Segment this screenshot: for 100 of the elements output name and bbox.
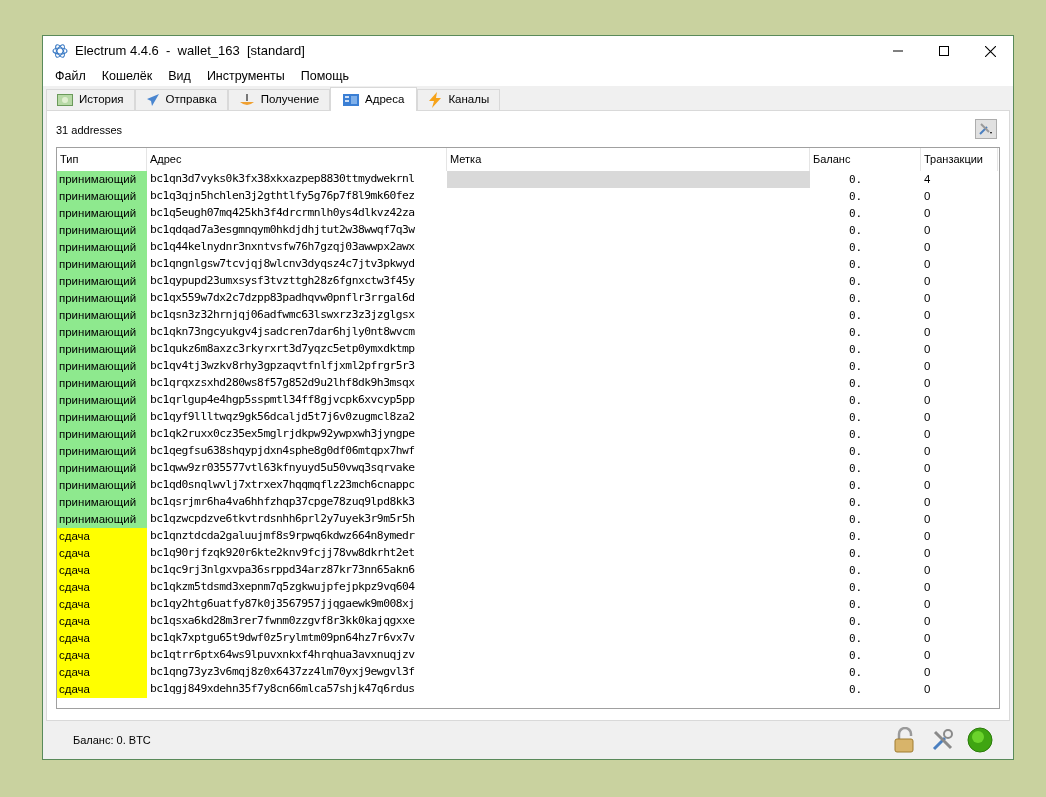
table-row[interactable]: принимающий bc1qsn3z32hrnjqj06adfwmc63lswxrz3z3jzglgsx 0. 0 (57, 307, 999, 324)
address-cell-text: bc1qv4tj3wzkv8rhy3gpzaqvtfnlfjxml2pfrgr5r3 (149, 358, 416, 375)
address-cell-text: bc1qd0snqlwvlj7xtrxex7hqqmqflz23mch6cnappc (149, 477, 416, 494)
address-cell-text: bc1q5eugh07mq425kh3f4drcrmnlh0ys4dlkvz42za (149, 205, 416, 222)
balance-cell: 0. (849, 495, 863, 509)
address-cell-text: bc1qsxa6kd28m3rer7fwnm0zzgvf8r3kk0kajqgxxe (149, 613, 416, 630)
table-row[interactable]: принимающий bc1qx559w7dx2c7dzpp83padhqvw0pnflr3rrgal6d 0. 0 (57, 290, 999, 307)
transactions-cell-text: 0 (923, 409, 932, 425)
table-row[interactable]: сдача bc1qnztdcda2galuujmf8s9rpwq6kdwz664n8ymedr 0. 0 (57, 528, 999, 545)
menu-item[interactable]: Вид (164, 66, 195, 86)
table-row[interactable]: сдача bc1qgj849xdehn35f7y8cn66mlca57shjk47q6rdus 0. 0 (57, 681, 999, 698)
table-row[interactable]: принимающий bc1qngnlgsw7tcvjqj8wlcnv3dyqsz4c7jtv3pkwyd 0. 0 (57, 256, 999, 273)
address-cell-text: bc1qsn3z32hrnjqj06adfwmc63lswxrz3z3jzglgsx (149, 307, 416, 324)
address-cell-text: bc1q3qjn5hchlen3j2gthtlfy5g76p7f8l9mk60fez (149, 188, 416, 205)
tools-icon[interactable] (931, 728, 955, 752)
address-type-cell: сдача (57, 545, 147, 562)
table-row[interactable]: принимающий bc1qkn73ngcyukgv4jsadcren7dar6hjly0nt8wvcm 0. 0 (57, 324, 999, 341)
transactions-cell-text: 0 (923, 647, 932, 663)
balance-cell: 0. (849, 614, 863, 628)
address-type-cell: принимающий (57, 205, 147, 222)
table-row[interactable]: сдача bc1qtrr6ptx64ws9lpuvxnkxf4hrqhua3avxnuqjzv 0. 0 (57, 647, 999, 664)
transactions-cell-text: 4 (923, 171, 932, 187)
column-header[interactable]: Адрес (147, 148, 447, 171)
balance-cell: 0. (849, 308, 863, 322)
table-row[interactable]: принимающий bc1qdqad7a3esgmnqym0hkdjdhjtut2w38wwqf7q3w 0. 0 (57, 222, 999, 239)
transactions-cell-text: 0 (923, 596, 932, 612)
table-row[interactable]: принимающий bc1qk2ruxx0cz35ex5mglrjdkpw92ywpxwh3jyngpe 0. 0 (57, 426, 999, 443)
table-row[interactable]: принимающий bc1qegfsu638shqypjdxn4sphe8g0df06mtqpx7hwf 0. 0 (57, 443, 999, 460)
padlock-icon[interactable] (893, 727, 917, 753)
maximize-icon[interactable] (939, 46, 949, 56)
transactions-cell-text: 0 (923, 545, 932, 561)
table-row[interactable]: сдача bc1qng73yz3v6mqj8z0x6437zz4lm70yxj9ewgvl3f 0. 0 (57, 664, 999, 681)
address-type-cell: принимающий (57, 409, 147, 426)
address-type-cell: принимающий (57, 392, 147, 409)
address-type-cell: принимающий (57, 494, 147, 511)
table-row[interactable]: принимающий bc1qukz6m8axzc3rkyrxrt3d7yqzc5etp0ymxdktmp 0. 0 (57, 341, 999, 358)
address-type-cell: принимающий (57, 511, 147, 528)
address-cell-text: bc1qukz6m8axzc3rkyrxrt3d7yqzc5etp0ymxdktmp (149, 341, 416, 358)
address-type-cell: сдача (57, 579, 147, 596)
address-cell-text: bc1qk2ruxx0cz35ex5mglrjdkpw92ywpxwh3jyngpe (149, 426, 416, 443)
table-row[interactable]: принимающий bc1qrqxzsxhd280ws8f57g852d9u2lhf8dk9h3msqx 0. 0 (57, 375, 999, 392)
table-row[interactable]: сдача bc1qk7xptgu65t9dwf0z5rylmtm09pn64hz7r6vx7v 0. 0 (57, 630, 999, 647)
menu-item[interactable]: Кошелёк (97, 66, 157, 86)
table-row[interactable]: принимающий bc1qyf9llltwqz9gk56dcaljd5t7j6v0zugmcl8za2 0. 0 (57, 409, 999, 426)
tab[interactable]: Получение (227, 89, 331, 110)
address-cell-text: bc1qypupd23umxsysf3tvzttgh28z6fgnxctw3f45y (149, 273, 416, 290)
transactions-cell-text: 0 (923, 375, 932, 391)
balance-cell: 0. (849, 240, 863, 254)
close-icon[interactable] (984, 45, 996, 57)
table-row[interactable]: сдача bc1qkzm5tdsmd3xepnm7q5zgkwujpfejpkpz9vq604 0. 0 (57, 579, 999, 596)
balance-cell: 0. (849, 665, 863, 679)
transactions-cell-text: 0 (923, 613, 932, 629)
connection-status-icon[interactable] (967, 727, 993, 753)
menu-item[interactable]: Инструменты (202, 66, 289, 86)
table-row[interactable]: принимающий bc1qww9zr035577vtl63kfnyuyd5u50vwq3sqrvake 0. 0 (57, 460, 999, 477)
address-book-icon (343, 93, 360, 106)
transactions-cell-text: 0 (923, 307, 932, 323)
address-cell-text: bc1qrqxzsxhd280ws8f57g852d9u2lhf8dk9h3msqx (149, 375, 416, 392)
tab[interactable]: История (46, 89, 135, 110)
balance-cell: 0. (849, 546, 863, 560)
address-type-cell: сдача (57, 596, 147, 613)
address-type-cell: принимающий (57, 426, 147, 443)
address-cell-text: bc1qtrr6ptx64ws9lpuvxnkxf4hrqhua3avxnuqjzv (149, 647, 416, 664)
table-row[interactable]: сдача bc1qsxa6kd28m3rer7fwnm0zzgvf8r3kk0kajqgxxe 0. 0 (57, 613, 999, 630)
lightning-icon (428, 92, 443, 108)
address-count: 31 addresses (56, 122, 123, 138)
table-row[interactable]: сдача bc1q90rjfzqk920r6kte2knv9fcjj78vw8dkrht2et 0. 0 (57, 545, 999, 562)
tab[interactable]: Каналы (417, 89, 501, 110)
address-type-cell: принимающий (57, 324, 147, 341)
table-row[interactable]: принимающий bc1q5eugh07mq425kh3f4drcrmnlh0ys4dlkvz42za 0. 0 (57, 205, 999, 222)
transactions-cell-text: 0 (923, 477, 932, 493)
balance-cell: 0. (849, 563, 863, 577)
address-type-cell: принимающий (57, 443, 147, 460)
tab[interactable]: Адреса (330, 87, 418, 111)
transactions-cell-text: 0 (923, 205, 932, 221)
table-row[interactable]: принимающий bc1q3qjn5hchlen3j2gthtlfy5g76p7f8l9mk60fez 0. 0 (57, 188, 999, 205)
table-row[interactable]: принимающий bc1q44kelnydnr3nxntvsfw76h7gzqj03awwpx2awx 0. 0 (57, 239, 999, 256)
address-cell-text: bc1qdqad7a3esgmnqym0hkdjdhjtut2w38wwqf7q3w (149, 222, 416, 239)
table-row[interactable]: принимающий bc1qsrjmr6ha4va6hhfzhqp37cpge78zuq9lpd8kk3 0. 0 (57, 494, 999, 511)
column-header[interactable]: Транзакции (921, 148, 998, 171)
table-row[interactable]: принимающий bc1qrlgup4e4hgp5sspmtl34ff8gjvcpk6xvcyp5pp 0. 0 (57, 392, 999, 409)
balance-cell: 0. (849, 223, 863, 237)
address-cell-text: bc1qgj849xdehn35f7y8cn66mlca57shjk47q6rdus (149, 681, 416, 698)
table-row[interactable]: принимающий bc1qzwcpdzve6tkvtrdsnhh6prl2y7uyek3r9m5r5h 0. 0 (57, 511, 999, 528)
table-row[interactable]: принимающий bc1qypupd23umxsysf3tvzttgh28z6fgnxctw3f45y 0. 0 (57, 273, 999, 290)
balance-cell: 0. (849, 257, 863, 271)
balance-cell: 0. (849, 342, 863, 356)
balance-cell: 0. (849, 291, 863, 305)
table-row[interactable]: сдача bc1qy2htg6uatfy87k0j3567957jjqgaewk9m008xj 0. 0 (57, 596, 999, 613)
table-row[interactable]: принимающий bc1qd0snqlwvlj7xtrxex7hqqmqflz23mch6cnappc 0. 0 (57, 477, 999, 494)
menu-item[interactable]: Помощь (296, 66, 354, 86)
table-row[interactable]: принимающий bc1qn3d7vyks0k3fx38xkxazpep8830ttmydwekrnl 0. 4 (57, 171, 999, 188)
table-row[interactable]: сдача bc1qc9rj3nlgxvpa36srppd34arz87kr73nn65akn6 0. 0 (57, 562, 999, 579)
tab[interactable]: Отправка (134, 89, 228, 110)
address-cell-text: bc1qsrjmr6ha4va6hhfzhqp37cpge78zuq9lpd8kk3 (149, 494, 416, 511)
tools-menu-button[interactable] (975, 119, 997, 139)
table-row[interactable]: принимающий bc1qv4tj3wzkv8rhy3gpzaqvtfnlfjxml2pfrgr5r3 0. 0 (57, 358, 999, 375)
address-type-cell: принимающий (57, 460, 147, 477)
column-header[interactable]: Баланс (810, 148, 921, 171)
menu-item[interactable]: Файл (51, 66, 90, 86)
